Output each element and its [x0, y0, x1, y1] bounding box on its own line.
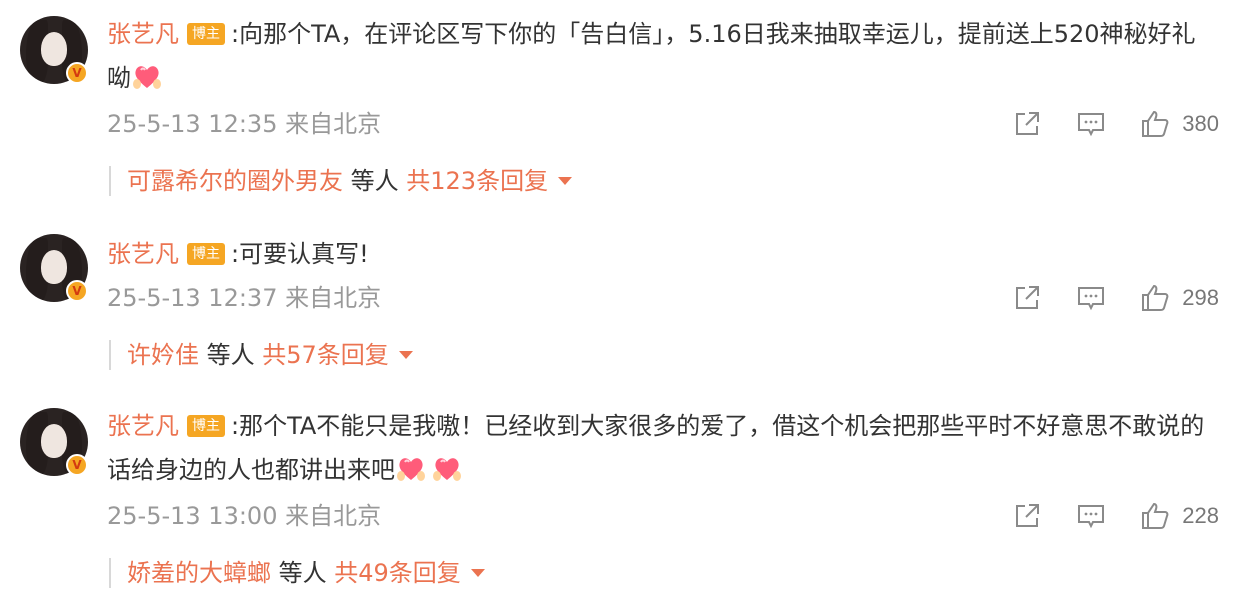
- like-button[interactable]: 228: [1140, 501, 1219, 531]
- blogger-tag: 博主: [187, 23, 225, 45]
- heart-hands-icon: [397, 458, 425, 481]
- avatar[interactable]: V: [20, 16, 88, 84]
- comment-location: 来自北京: [285, 502, 382, 530]
- share-icon[interactable]: [1012, 109, 1042, 139]
- like-button[interactable]: 380: [1140, 109, 1219, 139]
- comment-meta: 25-5-13 13:00 来自北京: [107, 500, 381, 532]
- comment-text: :向那个TA，在评论区写下你的「告白信」，5.16日我来抽取幸运儿，提前送上52…: [107, 20, 1196, 92]
- thumbs-up-icon: [1142, 110, 1169, 137]
- comment-time: 25-5-13 12:35: [107, 110, 278, 138]
- comment-body: 张艺凡 博主:向那个TA，在评论区写下你的「告白信」，5.16日我来抽取幸运儿，提…: [107, 12, 1217, 100]
- reply-summary[interactable]: 娇羞的大蟑螂 等人 共49条回复: [109, 558, 485, 588]
- heart-hands-icon: [133, 66, 161, 89]
- reply-middle: 等人: [343, 167, 407, 195]
- like-button[interactable]: 298: [1140, 283, 1219, 313]
- comment-icon[interactable]: [1076, 283, 1106, 313]
- chevron-down-icon[interactable]: [470, 569, 485, 577]
- comment-icon[interactable]: [1076, 501, 1106, 531]
- comment-author[interactable]: 张艺凡: [107, 412, 179, 440]
- like-count: 298: [1182, 285, 1219, 310]
- share-icon[interactable]: [1012, 501, 1042, 531]
- comment-text: :可要认真写!: [231, 240, 369, 268]
- reply-user[interactable]: 娇羞的大蟑螂: [127, 559, 271, 587]
- comment-author[interactable]: 张艺凡: [107, 240, 179, 268]
- comment-meta: 25-5-13 12:35 来自北京: [107, 108, 381, 140]
- avatar[interactable]: V: [20, 234, 88, 302]
- comment-body: 张艺凡 博主:那个TA不能只是我嗷！已经收到大家很多的爱了，借这个机会把那些平时不…: [107, 404, 1217, 492]
- avatar[interactable]: V: [20, 408, 88, 476]
- comment-actions: 298: [1012, 282, 1219, 314]
- reply-middle: 等人: [199, 341, 263, 369]
- reply-summary[interactable]: 可露希尔的圈外男友 等人 共123条回复: [109, 166, 573, 196]
- blogger-tag: 博主: [187, 243, 225, 265]
- reply-count[interactable]: 共57条回复: [262, 341, 389, 369]
- verified-badge-icon: V: [66, 62, 88, 84]
- chevron-down-icon[interactable]: [398, 351, 413, 359]
- comment-location: 来自北京: [285, 110, 382, 138]
- chevron-down-icon[interactable]: [558, 177, 573, 185]
- comment-icon[interactable]: [1076, 109, 1106, 139]
- share-icon[interactable]: [1012, 283, 1042, 313]
- heart-hands-icon: [433, 458, 461, 481]
- like-count: 380: [1182, 111, 1219, 136]
- comment-time: 25-5-13 12:37: [107, 284, 278, 312]
- comment-time: 25-5-13 13:00: [107, 502, 278, 530]
- like-count: 228: [1182, 503, 1219, 528]
- reply-count[interactable]: 共49条回复: [334, 559, 461, 587]
- comment-actions: 380: [1012, 108, 1219, 140]
- verified-badge-icon: V: [66, 454, 88, 476]
- verified-badge-icon: V: [66, 280, 88, 302]
- comment-author[interactable]: 张艺凡: [107, 20, 179, 48]
- thumbs-up-icon: [1142, 502, 1169, 529]
- reply-user[interactable]: 许妗佳: [127, 341, 199, 369]
- reply-count[interactable]: 共123条回复: [406, 167, 548, 195]
- comment-actions: 228: [1012, 500, 1219, 532]
- comment-meta: 25-5-13 12:37 来自北京: [107, 282, 381, 314]
- blogger-tag: 博主: [187, 415, 225, 437]
- comment-location: 来自北京: [285, 284, 382, 312]
- comment-body: 张艺凡 博主 :可要认真写!: [107, 232, 1217, 276]
- reply-user[interactable]: 可露希尔的圈外男友: [127, 167, 343, 195]
- comment-text: :那个TA不能只是我嗷！已经收到大家很多的爱了，借这个机会把那些平时不好意思不敢…: [107, 412, 1205, 484]
- reply-summary[interactable]: 许妗佳 等人 共57条回复: [109, 340, 413, 370]
- thumbs-up-icon: [1142, 284, 1169, 311]
- reply-middle: 等人: [271, 559, 335, 587]
